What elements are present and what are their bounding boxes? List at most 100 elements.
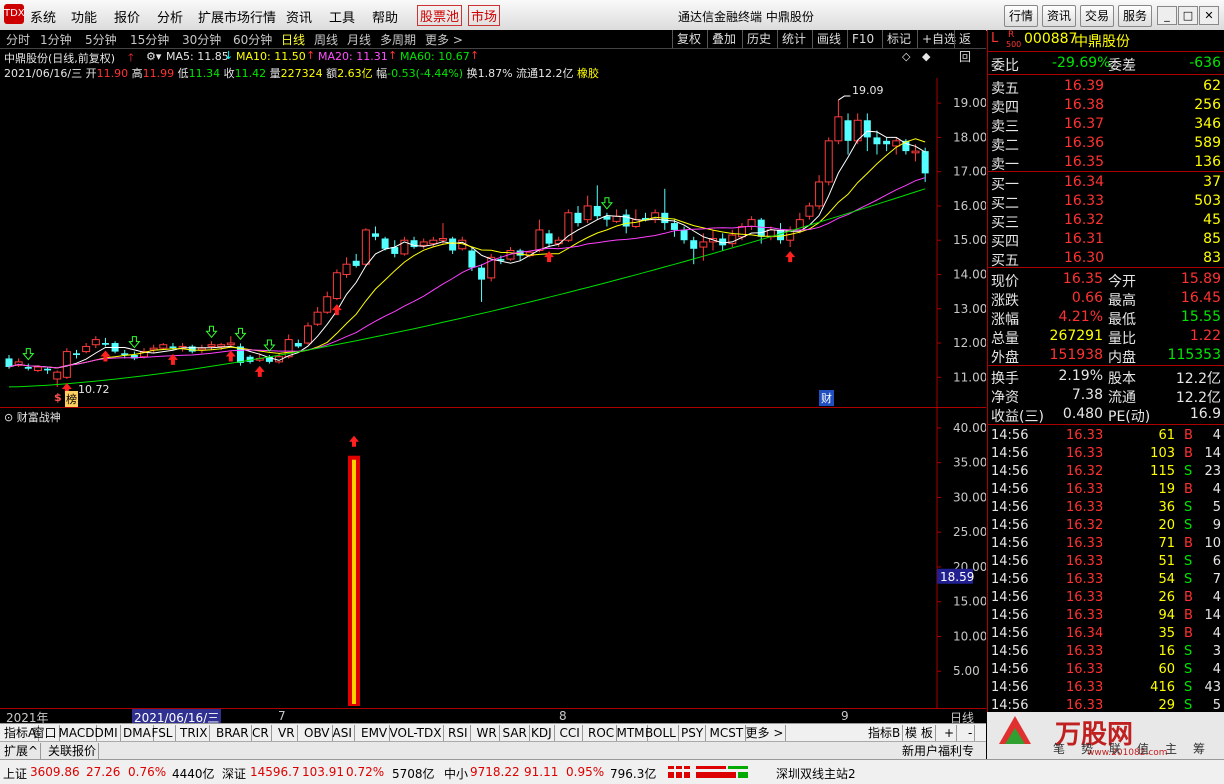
tick-volume: 16 — [1158, 644, 1175, 659]
indicator-chart[interactable]: 40.0035.0030.0025.0020.0015.0010.005.001… — [0, 408, 986, 708]
menu-stock-pool[interactable]: 股票池 — [417, 5, 463, 26]
tick-time: 14:56 — [991, 482, 1029, 497]
indicator-tab[interactable]: BOLL — [643, 725, 679, 741]
settings-icon[interactable]: ⚙▾ — [146, 50, 161, 63]
diamond-icon-2[interactable]: ◆ — [922, 50, 930, 63]
indicator-tab[interactable]: EMV — [359, 725, 391, 741]
indicator-tab-right[interactable]: - — [966, 725, 976, 741]
bid-row: 买五 16.30 83 — [988, 249, 1224, 269]
buy-arrow-icon — [349, 435, 359, 447]
menu-help[interactable]: 帮助 — [372, 7, 398, 26]
diamond-icon[interactable]: ◇ — [902, 50, 910, 63]
btn-fuwu[interactable]: 服务 — [1118, 5, 1153, 27]
menu-function[interactable]: 功能 — [71, 7, 97, 26]
tick-count: 6 — [1212, 554, 1221, 569]
panel-tab[interactable]: 主 — [1165, 740, 1177, 757]
btn-mark[interactable]: 标记 — [882, 30, 915, 48]
menu-quote[interactable]: 报价 — [114, 7, 140, 26]
up-arrow-icon-3: ↑ — [388, 49, 398, 62]
minimize-icon[interactable]: _ — [1157, 6, 1177, 25]
panel-tab[interactable]: 筹 — [1193, 740, 1205, 757]
btn-hangqing[interactable]: 行情 — [1004, 5, 1039, 27]
period-5min[interactable]: 5分钟 — [85, 31, 117, 48]
indicator-tab-right[interactable]: + — [942, 725, 958, 741]
btn-overlay[interactable]: 叠加 — [707, 30, 740, 48]
period-monthly[interactable]: 月线 — [347, 31, 371, 48]
panel-tab[interactable]: 联 — [1109, 740, 1121, 757]
period-15min[interactable]: 15分钟 — [130, 31, 169, 48]
indicator-tab[interactable]: SAR — [501, 725, 530, 741]
period-1min[interactable]: 1分钟 — [40, 31, 72, 48]
tab-related-quote[interactable]: 关联报价 — [46, 743, 100, 759]
tick-row: 14:56 16.33 61 B 4 — [988, 427, 1224, 445]
candle-body — [670, 223, 678, 230]
indicator-tab[interactable]: VOL-TDX — [388, 725, 445, 741]
btn-draw[interactable]: 画线 — [812, 30, 845, 48]
indicator-tab[interactable]: BRAR — [214, 725, 252, 741]
indicator-tab[interactable]: ASI — [331, 725, 355, 741]
candle-body — [33, 366, 42, 371]
menu-system[interactable]: 系统 — [30, 7, 56, 26]
finance-marker[interactable]: 财 — [819, 390, 834, 406]
maximize-icon[interactable]: □ — [1178, 6, 1198, 25]
btn-zixun[interactable]: 资讯 — [1042, 5, 1077, 27]
menu-analysis[interactable]: 分析 — [157, 7, 183, 26]
indicator-tab[interactable]: WR — [475, 725, 500, 741]
candlestick-chart[interactable]: 19.00 18.00 17.00 16.00 15.00 14.00 13.00 12.00… — [0, 78, 986, 408]
period-30min[interactable]: 30分钟 — [182, 31, 221, 48]
indicator-tab[interactable]: FSL — [150, 725, 176, 741]
sz-label: 深证 — [222, 767, 247, 781]
panel-tab[interactable]: 值 — [1137, 740, 1149, 757]
panel-tab[interactable]: 笔 — [1053, 740, 1065, 757]
candle-body — [303, 325, 312, 344]
tab-extend[interactable]: 扩展^ — [2, 743, 42, 759]
btn-history[interactable]: 历史 — [742, 30, 775, 48]
btn-stats[interactable]: 统计 — [777, 30, 810, 48]
stat-label: 内盘 — [1108, 350, 1136, 366]
candle-body — [352, 260, 360, 266]
indicator-tab[interactable]: MCST — [708, 725, 747, 741]
btn-jiaoyi[interactable]: 交易 — [1080, 5, 1115, 27]
candle-body — [207, 344, 216, 347]
btn-back[interactable]: 返回 — [954, 30, 986, 64]
period-more[interactable]: 更多 > — [425, 31, 463, 48]
indicator-tab[interactable]: CCI — [558, 725, 583, 741]
panel-tab[interactable]: 势 — [1081, 740, 1093, 757]
candle-body — [429, 239, 438, 245]
indicator-tab[interactable]: TRIX — [178, 725, 211, 741]
indicator-tab[interactable]: VR — [276, 725, 298, 741]
period-weekly[interactable]: 周线 — [314, 31, 338, 48]
period-multi[interactable]: 多周期 — [380, 31, 416, 48]
tick-price: 16.33 — [1066, 500, 1104, 515]
indicator-tab[interactable]: 窗口 — [31, 725, 60, 741]
menu-extended-market[interactable]: 扩展市场行情 — [198, 7, 276, 26]
menu-news[interactable]: 资讯 — [286, 7, 312, 26]
indicator-tab[interactable]: DMI — [93, 725, 121, 741]
btn-fuquan[interactable]: 复权 — [672, 30, 705, 48]
new-user-promo[interactable]: 新用户福利专享 — [900, 743, 986, 774]
server-name[interactable]: 深圳双线主站2 — [776, 765, 856, 782]
period-daily[interactable]: 日线 — [281, 31, 305, 48]
ask-label: 卖四 — [991, 100, 1019, 116]
indicator-tab[interactable]: KDJ — [529, 725, 555, 741]
menu-tools[interactable]: 工具 — [329, 7, 355, 26]
period-60min[interactable]: 60分钟 — [233, 31, 272, 48]
high-annotation: 19.09 — [852, 84, 884, 97]
indicator-tab[interactable]: MACD — [57, 725, 98, 741]
stat-label: 涨跌 — [991, 293, 1019, 309]
indicator-tab[interactable]: ROC — [586, 725, 618, 741]
period-fenshi[interactable]: 分时 — [6, 31, 30, 48]
tick-price: 16.33 — [1066, 482, 1104, 497]
indicator-tab[interactable]: CR — [250, 725, 272, 741]
sh-label: 上证 — [3, 767, 28, 781]
indicator-tab-right[interactable]: 模 板 — [903, 725, 936, 741]
indicator-tab-right[interactable]: 指标B — [866, 725, 904, 741]
menu-market[interactable]: 市场 — [468, 5, 501, 26]
indicator-tab[interactable]: OBV — [302, 725, 333, 741]
indicator-tab[interactable]: RSI — [446, 725, 471, 741]
candle-body — [583, 205, 592, 221]
close-icon[interactable]: ✕ — [1199, 6, 1219, 25]
indicator-tab[interactable]: 更多 > — [744, 725, 787, 741]
indicator-tab[interactable]: PSY — [679, 725, 707, 741]
btn-f10[interactable]: F10 — [847, 30, 878, 48]
